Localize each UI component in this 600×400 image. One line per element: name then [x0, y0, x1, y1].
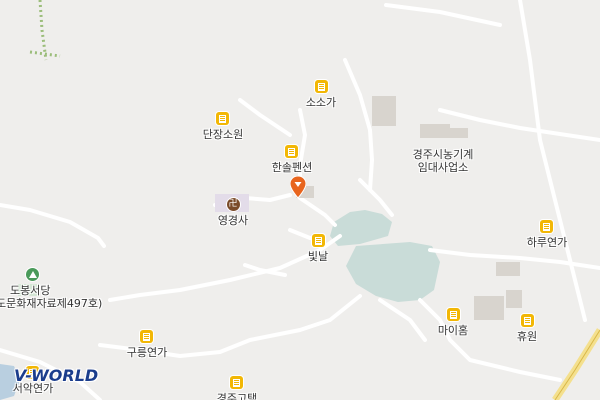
poi-dobongseodang[interactable]: 도봉서당 도문화재자료제497호): [0, 268, 103, 310]
poi-danjangsowon[interactable]: 단장소원: [203, 112, 243, 141]
poi-label: 단장소원: [202, 128, 244, 141]
building-e: [474, 296, 504, 320]
road-13: [238, 98, 292, 137]
lodging-icon: [140, 330, 154, 343]
poi-label-line1: 경주시농기계: [412, 148, 474, 161]
poi-label: 마이홈: [437, 324, 469, 337]
road-8: [343, 58, 374, 192]
building-d: [496, 262, 520, 276]
lodging-icon: [520, 314, 534, 327]
building-a: [372, 96, 396, 126]
poi-gyeongju-farm-machinery[interactable]: 경주시농기계 임대사업소: [413, 145, 474, 174]
poi-label-line1: 도봉서당: [10, 284, 51, 297]
vworld-logo: V-WORLD: [14, 366, 99, 385]
poi-label: 영경사: [217, 214, 249, 227]
poi-label-line2: 도문화재자료제497호): [0, 297, 103, 310]
building-b: [420, 124, 450, 138]
poi-hansolpension[interactable]: 한솔펜션: [272, 145, 312, 174]
road-1: [0, 203, 106, 248]
lodging-icon: [314, 80, 328, 93]
poi-bottom-partial[interactable]: 경주고택: [217, 376, 257, 400]
poi-sosoga[interactable]: 소소가: [306, 80, 336, 109]
building-f: [506, 290, 522, 308]
reservoir-water: [346, 242, 440, 302]
lodging-icon: [230, 376, 244, 389]
boundary-dotted: [29, 0, 61, 61]
poi-maihome[interactable]: 마이홈: [438, 308, 468, 337]
lodging-icon: [540, 220, 554, 233]
building-c: [450, 128, 468, 138]
heritage-icon: [26, 268, 39, 281]
poi-label: 빛날: [307, 250, 329, 263]
poi-harupension[interactable]: 하루연가: [527, 220, 567, 249]
lodging-icon: [446, 308, 460, 321]
poi-bitnal[interactable]: 빛날: [308, 234, 328, 263]
poi-label: 하루연가: [526, 236, 568, 249]
poi-label: 한솔펜션: [271, 161, 313, 174]
map-base-layer: [0, 0, 600, 400]
poi-yeonggyeongsa[interactable]: 卍 영경사: [218, 198, 248, 227]
map-view[interactable]: 소소가 단장소원 한솔펜션 경주시농기계 임대사업소 卍 영경사 하루연가 빛날…: [0, 0, 600, 400]
lodging-icon: [216, 112, 230, 125]
road-18: [378, 298, 427, 342]
poi-hyuwon[interactable]: 휴원: [517, 314, 537, 343]
location-marker-icon[interactable]: [290, 176, 306, 198]
poi-gureungyeonga[interactable]: 구릉연가: [127, 330, 167, 359]
poi-label: 경주고택: [216, 392, 258, 400]
road-7: [358, 178, 394, 217]
lodging-icon: [285, 145, 299, 158]
road-6: [298, 196, 337, 227]
road-2: [108, 234, 342, 302]
poi-label: 휴원: [516, 330, 538, 343]
lodging-icon: [311, 234, 325, 247]
road-9: [384, 3, 502, 27]
poi-label: 구릉연가: [126, 346, 168, 359]
temple-icon: 卍: [226, 198, 240, 211]
pond-water: [330, 210, 392, 246]
road-17: [518, 0, 587, 322]
poi-label: 소소가: [305, 96, 337, 109]
poi-label-line2: 임대사업소: [417, 161, 469, 174]
